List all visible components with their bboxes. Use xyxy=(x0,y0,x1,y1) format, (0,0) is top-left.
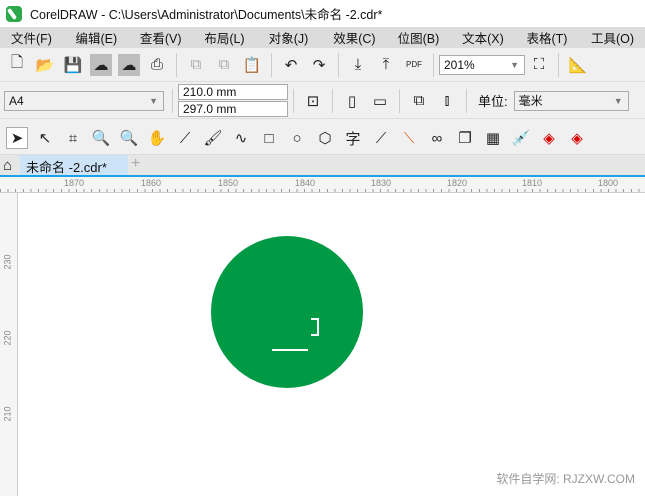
import-icon[interactable]: ⤓ xyxy=(347,54,369,76)
page-height-value: 297.0 mm xyxy=(183,102,237,116)
zoom-select[interactable]: 201% ▼ xyxy=(439,54,525,75)
current-page-icon[interactable]: ⫾ xyxy=(436,90,458,112)
chevron-down-icon: ▼ xyxy=(510,59,519,70)
page-size-select[interactable]: A4 ▼ xyxy=(4,90,164,111)
brush-tool-icon[interactable]: 🖌 xyxy=(202,127,224,149)
ruler-label: 1870 xyxy=(64,178,85,188)
pick-tool-icon[interactable]: ➤ xyxy=(6,127,28,149)
coreldraw-logo-icon xyxy=(6,5,22,22)
ruler-label: 1830 xyxy=(371,178,392,188)
connector-tool-icon[interactable]: ⟍ xyxy=(398,127,420,149)
toolbox: ➤ ↖ ⌗ 🔍 🔍 ✋ ⟋ 🖌 ∿ □ ○ ⬡ 字 ⟋ ⟍ ∞ ❐ ▦ 💉 ◈ … xyxy=(0,122,645,155)
ruler-label: 1810 xyxy=(522,178,543,188)
open-icon[interactable]: 📂 xyxy=(34,54,56,76)
portrait-icon[interactable]: ▯ xyxy=(341,90,363,112)
document-tabs: ⌂ 未命名 -2.cdr* + xyxy=(0,155,645,177)
pdf-icon[interactable]: PDF xyxy=(403,54,425,76)
chevron-down-icon: ▼ xyxy=(149,95,158,106)
dimension-tool-icon[interactable]: ⟋ xyxy=(370,127,392,149)
copy-icon[interactable]: ⧉ xyxy=(213,54,235,76)
underscore-mark xyxy=(272,349,308,351)
page-size-value: A4 xyxy=(9,93,24,108)
blend-tool-icon[interactable]: ∞ xyxy=(426,127,448,149)
cut-icon[interactable]: ⧉ xyxy=(185,54,207,76)
crop-tool-icon[interactable]: ⌗ xyxy=(62,127,84,149)
green-circle-shape[interactable] xyxy=(211,236,363,388)
shape-tool-icon[interactable]: ↖ xyxy=(34,127,56,149)
text-tool-icon[interactable]: 字 xyxy=(342,127,364,149)
zoom-out-icon[interactable]: 🔍 xyxy=(118,127,140,149)
bracket-mark xyxy=(311,318,319,336)
curve-tool-icon[interactable]: ∿ xyxy=(230,127,252,149)
menu-tools[interactable]: 工具(O) xyxy=(580,28,645,47)
pan-tool-icon[interactable]: ✋ xyxy=(146,127,168,149)
ruler-label: 1800 xyxy=(598,178,619,188)
home-icon[interactable]: ⌂ xyxy=(3,157,12,174)
options-icon[interactable]: 📐 xyxy=(567,54,589,76)
menu-file[interactable]: 文件(F) xyxy=(0,28,64,47)
eyedropper-tool-icon[interactable]: 💉 xyxy=(510,127,532,149)
title-bar: CorelDRAW - C:\Users\Administrator\Docum… xyxy=(0,0,645,27)
menu-effects[interactable]: 效果(C) xyxy=(322,28,386,47)
menu-bitmaps[interactable]: 位图(B) xyxy=(387,28,451,47)
all-pages-icon[interactable]: ⧉ xyxy=(408,90,430,112)
cloud-download-icon[interactable]: ☁ xyxy=(90,53,112,76)
menu-object[interactable]: 对象(J) xyxy=(258,28,322,47)
landscape-icon[interactable]: ▭ xyxy=(369,90,391,112)
rectangle-tool-icon[interactable]: □ xyxy=(258,127,280,149)
new-document-icon[interactable]: 🗋 xyxy=(6,54,28,76)
vertical-ruler[interactable]: 230 220 210 xyxy=(0,193,18,496)
cloud-upload-icon[interactable]: ☁ xyxy=(118,53,140,76)
watermark: 软件自学网: RJZXW.COM xyxy=(496,472,635,486)
freehand-tool-icon[interactable]: ⟋ xyxy=(174,127,196,149)
ruler-label: 210 xyxy=(2,406,13,422)
paste-icon[interactable]: 📋 xyxy=(241,54,263,76)
ruler-label: 1820 xyxy=(447,178,468,188)
tab-label: 未命名 -2.cdr* xyxy=(26,160,107,175)
polygon-tool-icon[interactable]: ⬡ xyxy=(314,127,336,149)
window-title: CorelDRAW - C:\Users\Administrator\Docum… xyxy=(30,8,383,22)
unit-value: 毫米 xyxy=(518,94,543,108)
zoom-value: 201% xyxy=(444,57,475,72)
add-tab-icon[interactable]: + xyxy=(131,155,140,173)
ruler-label: 230 xyxy=(2,254,13,270)
menu-view[interactable]: 查看(V) xyxy=(129,28,193,47)
menu-bar: 文件(F) 编辑(E) 查看(V) 布局(L) 对象(J) 效果(C) 位图(B… xyxy=(0,27,645,48)
property-bar: A4 ▼ 210.0 mm 297.0 mm ⊡ ▯ ▭ ⧉ ⫾ 单位: 毫米 ▼ xyxy=(0,83,645,119)
print-icon[interactable]: ⎙ xyxy=(146,54,168,76)
zoom-tool-icon[interactable]: 🔍 xyxy=(90,127,112,149)
unit-label: 单位: xyxy=(478,94,508,109)
smart-fill-icon[interactable]: ◈ xyxy=(566,127,588,149)
ellipse-tool-icon[interactable]: ○ xyxy=(286,127,308,149)
redo-icon[interactable]: ↷ xyxy=(308,54,330,76)
shadow-tool-icon[interactable]: ❐ xyxy=(454,127,476,149)
tab-document[interactable]: 未命名 -2.cdr* xyxy=(20,155,128,175)
menu-table[interactable]: 表格(T) xyxy=(516,28,580,47)
ruler-label: 1840 xyxy=(295,178,316,188)
transparency-tool-icon[interactable]: ▦ xyxy=(482,127,504,149)
ruler-label: 1860 xyxy=(141,178,162,188)
ruler-label: 220 xyxy=(2,330,13,346)
ruler-label: 1850 xyxy=(218,178,239,188)
standard-toolbar: 🗋 📂 💾 ☁ ☁ ⎙ ⧉ ⧉ 📋 ↶ ↷ ⤓ ⤒ PDF 201% ▼ ⛶ 📐 xyxy=(0,48,645,82)
menu-layout[interactable]: 布局(L) xyxy=(193,28,257,47)
menu-text[interactable]: 文本(X) xyxy=(451,28,515,47)
fill-tool-icon[interactable]: ◈ xyxy=(538,127,560,149)
page-width-value: 210.0 mm xyxy=(183,85,237,99)
undo-icon[interactable]: ↶ xyxy=(280,54,302,76)
page-settings-icon[interactable]: ⊡ xyxy=(302,90,324,112)
full-screen-icon[interactable]: ⛶ xyxy=(528,54,550,76)
chevron-down-icon: ▼ xyxy=(613,95,623,106)
horizontal-ruler[interactable]: 1870 1860 1850 1840 1830 1820 1810 1800 xyxy=(0,177,645,193)
page-width-input[interactable]: 210.0 mm xyxy=(178,84,288,100)
unit-select[interactable]: 毫米 ▼ xyxy=(513,90,629,111)
page-height-input[interactable]: 297.0 mm xyxy=(178,101,288,117)
menu-edit[interactable]: 编辑(E) xyxy=(64,28,128,47)
save-icon[interactable]: 💾 xyxy=(62,54,84,76)
export-icon[interactable]: ⤒ xyxy=(375,54,397,76)
